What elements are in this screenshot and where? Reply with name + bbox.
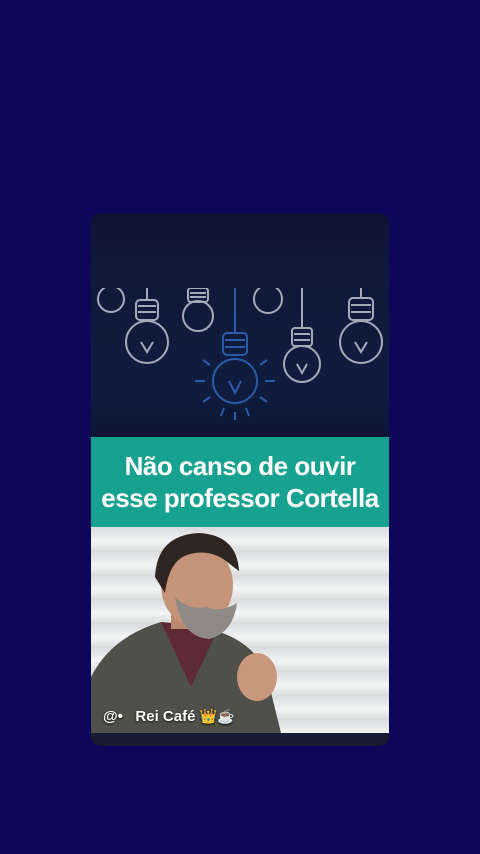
lightbulb-icon: [195, 288, 275, 420]
caption-banner: Não canso de ouvir esse professor Cortel…: [91, 437, 389, 527]
lightbulb-icon: [339, 288, 383, 364]
caption-line-2: esse professor Cortella: [101, 483, 379, 513]
video-frame[interactable]: @• Rei Café 👑☕: [91, 527, 389, 733]
account-handle[interactable]: @• Rei Café 👑☕: [103, 708, 234, 725]
handle-name: Rei Café: [135, 708, 196, 725]
card-footer: [91, 733, 389, 746]
lightbulb-icon: [283, 288, 321, 383]
speaker-figure: [91, 533, 281, 733]
handle-prefix: @•: [103, 708, 123, 725]
caption-line-1: Não canso de ouvir: [124, 451, 356, 481]
lightbulb-graphic: [91, 288, 389, 437]
lightbulb-icon: [125, 288, 169, 364]
video-post-card[interactable]: Não canso de ouvir esse professor Cortel…: [91, 213, 389, 746]
card-header-area: [91, 213, 389, 288]
crown-coffee-emoji: 👑☕: [199, 708, 235, 724]
lightbulb-icon: [97, 288, 125, 313]
lightbulb-icon: [182, 288, 214, 332]
lightbulb-icon: [253, 288, 283, 314]
